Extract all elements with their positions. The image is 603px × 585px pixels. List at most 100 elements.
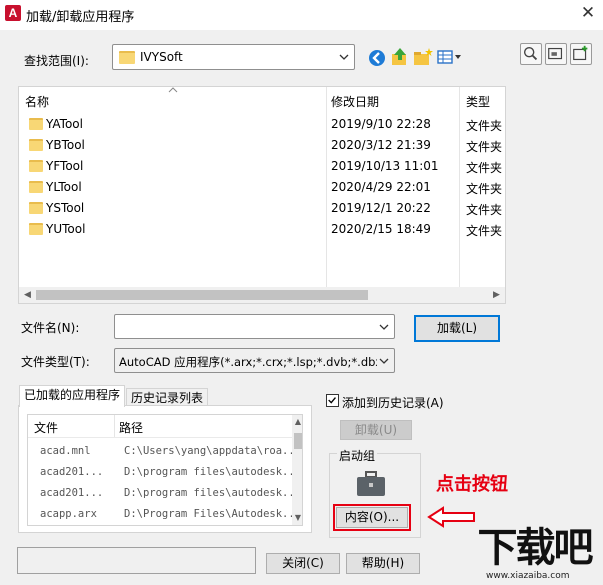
column-header-date[interactable]: 修改日期 [331,93,379,110]
back-icon[interactable] [366,47,388,69]
file-date: 2019/9/10 22:28 [331,117,431,131]
file-date: 2020/4/29 22:01 [331,180,431,194]
filename-input[interactable] [114,314,395,339]
watermark-brand: 下载吧 [477,525,594,571]
file-type: 文件夹 [466,140,503,154]
close-window-button[interactable]: ✕ [577,2,599,24]
chevron-down-icon [339,54,349,60]
loaded-app-file: acad201... [40,487,104,499]
filetype-label: 文件类型(T): [21,355,90,369]
column-divider [114,415,115,437]
loaded-app-path: C:\Users\yang\appdata\roa... [124,445,302,457]
file-date: 2019/10/13 11:01 [331,159,439,173]
file-name: YFTool [46,159,84,173]
briefcase-icon [357,471,385,496]
lookin-value: IVYSoft [140,50,183,64]
loaded-app-row[interactable]: acapp.arx D:\Program Files\Autodesk... [28,504,301,525]
loaded-app-row[interactable]: acad201... D:\program files\autodesk... [28,462,301,483]
file-row[interactable]: YFTool 2019/10/13 11:01 文件夹 [19,156,505,177]
help-button[interactable]: 帮助(H) [346,553,420,574]
file-type: 文件夹 [466,161,503,175]
filetype-select[interactable]: AutoCAD 应用程序(*.arx;*.crx;*.lsp;*.dvb;*.d… [114,348,395,373]
file-name: YATool [46,117,83,131]
views-icon[interactable] [436,46,464,68]
file-row[interactable]: YUTool 2020/2/15 18:49 文件夹 [19,219,505,240]
column-header-path[interactable]: 路径 [119,419,143,436]
file-row[interactable]: YATool 2019/9/10 22:28 文件夹 [19,114,505,135]
scroll-up-icon[interactable]: ▲ [292,415,302,429]
startup-suite-label: 启动组 [337,447,378,464]
search-web-button[interactable] [520,43,542,65]
loaded-app-file: acad.mnl [40,445,91,457]
file-name: YBTool [46,138,85,152]
locations-button[interactable] [545,43,567,65]
loaded-app-path: D:\Program Files\Autodesk... [124,508,302,520]
loaded-app-row[interactable]: acad201... D:\program files\autodesk... [28,483,301,504]
scroll-left-icon[interactable]: ◀ [19,287,36,303]
tab-panel: 文件 路径 acad.mnl C:\Users\yang\appdata\roa… [18,405,312,533]
watermark-url: www.xiazaiba.com [486,571,570,581]
column-header-type[interactable]: 类型 [466,93,490,110]
add-to-history-label[interactable]: 添加到历史记录(A) [342,394,444,411]
annotation-text: 点击按钮 [436,474,508,495]
file-row[interactable]: YSTool 2019/12/1 20:22 文件夹 [19,198,505,219]
add-folder-icon [573,45,588,61]
header-divider [28,437,292,438]
column-header-name[interactable]: 名称 [25,93,49,110]
column-header-file[interactable]: 文件 [34,419,58,436]
checkmark-icon [328,397,336,404]
folder-icon [29,139,43,151]
chevron-down-icon [379,324,389,330]
folder-icon [119,51,135,64]
vertical-scrollbar[interactable]: ▲ ▼ [292,415,302,525]
loaded-app-path: D:\program files\autodesk... [124,487,302,499]
loaded-applications-list[interactable]: 文件 路径 acad.mnl C:\Users\yang\appdata\roa… [27,414,303,526]
folder-icon [29,202,43,214]
file-row[interactable]: YBTool 2020/3/12 21:39 文件夹 [19,135,505,156]
folder-icon [29,181,43,193]
filetype-value: AutoCAD 应用程序(*.arx;*.crx;*.lsp;*.dvb;*.d… [119,355,377,369]
unload-button[interactable]: 卸载(U) [340,420,412,440]
folder-tree-icon [548,47,563,60]
scroll-right-icon[interactable]: ▶ [488,287,505,303]
file-type: 文件夹 [466,182,503,196]
horizontal-scrollbar[interactable]: ◀ ▶ [19,287,505,303]
status-field [17,547,256,574]
file-row[interactable]: YLTool 2020/4/29 22:01 文件夹 [19,177,505,198]
lookin-combo[interactable]: IVYSoft [112,44,355,70]
file-type: 文件夹 [466,203,503,217]
file-name: YLTool [46,180,82,194]
loaded-app-file: acapp.arx [40,508,97,520]
folder-icon [29,223,43,235]
scrollbar-thumb[interactable] [294,433,302,449]
file-type: 文件夹 [466,224,503,238]
loaded-app-row[interactable]: acad.mnl C:\Users\yang\appdata\roa... [28,441,301,462]
tab-loaded-applications[interactable]: 已加载的应用程序 [19,385,126,407]
autocad-app-icon: A [5,5,21,21]
load-button[interactable]: 加载(L) [414,315,500,342]
scroll-down-icon[interactable]: ▼ [292,511,302,525]
loaded-app-path: D:\program files\autodesk... [124,466,302,478]
close-button[interactable]: 关闭(C) [266,553,340,574]
lookin-label: 查找范围(I): [24,54,89,68]
search-icon [523,46,538,61]
add-to-history-checkbox[interactable] [326,394,339,407]
new-folder-icon[interactable] [412,46,434,68]
file-date: 2019/12/1 20:22 [331,201,431,215]
loaded-app-file: acad201... [40,466,104,478]
folder-icon [29,118,43,130]
folder-icon [29,160,43,172]
scrollbar-thumb[interactable] [36,290,368,300]
highlight-box [333,504,411,531]
file-date: 2020/2/15 18:49 [331,222,431,236]
sort-ascending-icon [168,87,178,93]
file-type: 文件夹 [466,119,503,133]
file-name: YUTool [46,222,86,236]
add-location-button[interactable] [570,43,592,65]
up-folder-icon[interactable] [389,46,411,68]
window-title: 加载/卸载应用程序 [26,10,135,25]
file-date: 2020/3/12 21:39 [331,138,431,152]
filename-label: 文件名(N): [21,321,80,335]
chevron-down-icon [379,358,389,364]
file-list[interactable]: 名称 修改日期 类型 YATool 2019/9/10 22:28 文件夹 YB… [18,86,506,304]
